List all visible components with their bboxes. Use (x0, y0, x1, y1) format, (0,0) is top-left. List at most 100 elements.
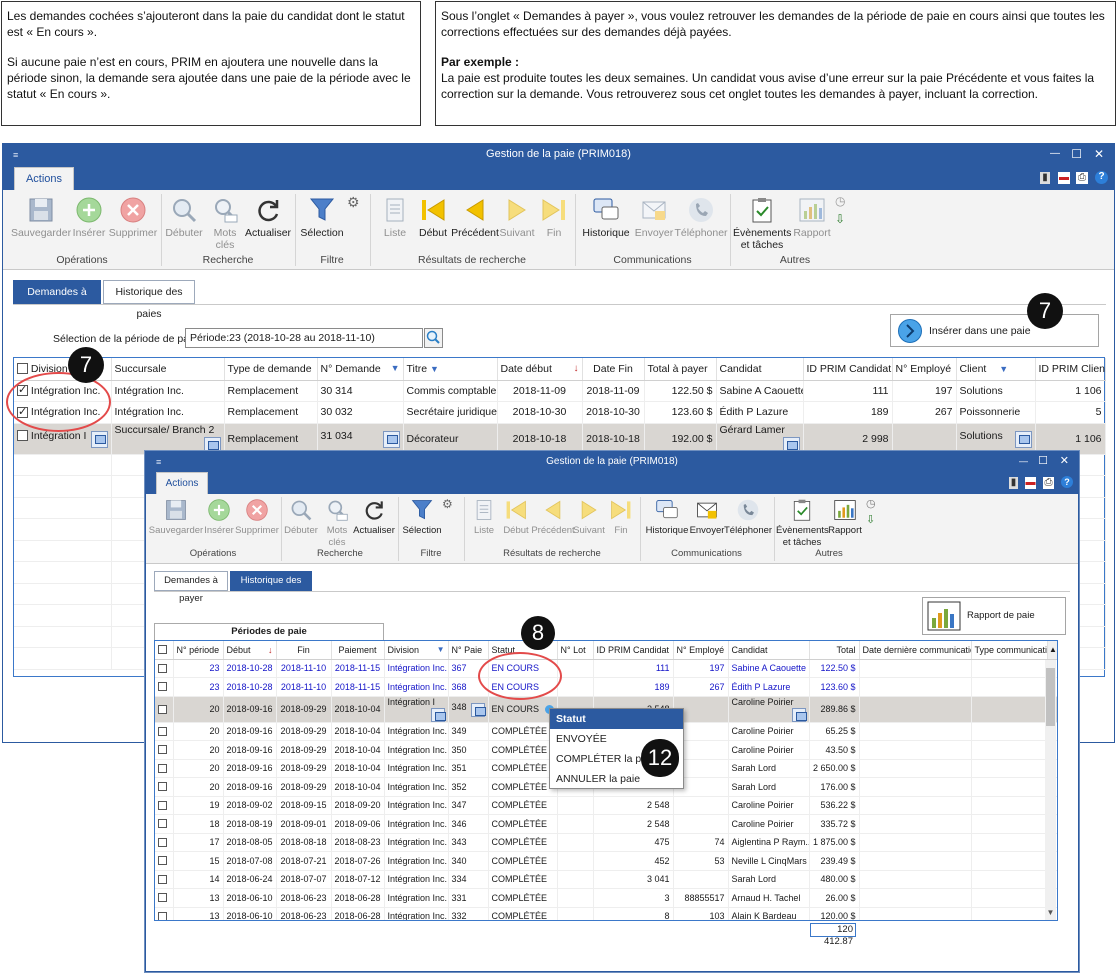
select-all-checkbox[interactable] (17, 363, 28, 375)
window-menu-icon[interactable]: ≡ (156, 453, 161, 471)
history-button[interactable]: Historique (644, 498, 690, 537)
column-header-pay-number[interactable]: N° Paie (448, 641, 489, 660)
previous-button[interactable]: Précédent (531, 498, 575, 537)
scrollbar-thumb[interactable] (1046, 668, 1055, 726)
calculator-icon[interactable]: ▮ (1009, 477, 1018, 489)
refresh-button[interactable]: Actualiser (352, 498, 396, 537)
table-row[interactable]: 19 2018-09-02 2018-09-15 2018-09-20 Intégrat… (155, 796, 1057, 815)
calendar-icon[interactable]: ▬ (1058, 172, 1070, 184)
select-all-cell[interactable] (155, 641, 174, 660)
lookup-icon[interactable] (470, 702, 486, 717)
first-button[interactable]: Début (415, 196, 451, 239)
tab-demandes-a-payer[interactable]: Demandes à payer (13, 280, 101, 320)
row-checkbox[interactable] (158, 682, 167, 692)
report-button[interactable]: Rapport (791, 196, 833, 239)
table-row[interactable]: 17 2018-08-05 2018-08-18 2018-08-23 Intégrat… (155, 833, 1057, 852)
lookup-icon[interactable] (1014, 430, 1032, 448)
lookup-icon[interactable] (430, 707, 446, 721)
row-checkbox[interactable] (158, 911, 167, 920)
sort-down-icon[interactable]: ↓ (574, 363, 579, 374)
row-checkbox[interactable] (158, 782, 167, 792)
table-row[interactable]: 13 2018-06-10 2018-06-23 2018-06-28 Intégrat… (155, 907, 1057, 920)
previous-button[interactable]: Précédent (451, 196, 499, 239)
row-checkbox[interactable] (158, 819, 167, 829)
download-icon[interactable]: ⇩ (866, 513, 875, 526)
table-row[interactable]: 23 2018-10-28 2018-11-10 2018-11-15 Intégrat… (155, 677, 1057, 697)
filter-icon[interactable]: ▼ (437, 645, 445, 654)
next-button[interactable]: Suivant (572, 498, 606, 537)
column-header-client-id[interactable]: ID PRIM Client (1035, 358, 1106, 381)
period-search-button[interactable] (424, 328, 443, 348)
help-icon[interactable]: ? (1095, 171, 1108, 184)
last-button[interactable]: Fin (606, 498, 636, 537)
calendar-icon[interactable]: ▬ (1025, 477, 1036, 489)
row-checkbox[interactable] (158, 704, 167, 714)
lookup-icon[interactable] (382, 430, 400, 448)
table-row[interactable]: 15 2018-07-08 2018-07-21 2018-07-26 Intégrat… (155, 851, 1057, 871)
gear-icon[interactable]: ⚙ (347, 194, 360, 211)
table-row[interactable]: Intégration I Succursale/ Branch 2 Rempl… (14, 423, 1106, 455)
events-tasks-button[interactable]: Évènements et tâches (733, 196, 791, 251)
select-all-checkbox[interactable] (158, 645, 167, 655)
report-button[interactable]: Rapport (826, 498, 864, 537)
table-row[interactable]: 14 2018-06-24 2018-07-07 2018-07-12 Intégrat… (155, 870, 1057, 889)
next-button[interactable]: Suivant (497, 196, 537, 239)
send-button[interactable]: Envoyer (688, 498, 726, 537)
column-header-payment[interactable]: Paiement (331, 641, 385, 660)
sort-down-icon[interactable]: ↓ (268, 645, 273, 655)
pay-report-button[interactable]: Rapport de paie (922, 597, 1066, 635)
save-button[interactable]: Sauvegarder (148, 498, 204, 537)
row-checkbox[interactable] (158, 800, 167, 810)
row-checkbox[interactable] (17, 430, 28, 442)
row-checkbox[interactable] (158, 726, 167, 736)
last-button[interactable]: Fin (537, 196, 571, 239)
minimize-button[interactable]: — (1050, 144, 1060, 164)
window-menu-icon[interactable]: ≡ (13, 145, 18, 165)
row-checkbox[interactable] (158, 663, 167, 673)
insert-button[interactable]: Insérer (71, 196, 107, 239)
column-header-request-number[interactable]: N° Demande ▼ (317, 358, 404, 381)
download-icon[interactable]: ⇩ (835, 212, 845, 226)
close-button[interactable]: ✕ (1094, 144, 1104, 164)
delete-button[interactable]: Supprimer (107, 196, 159, 239)
tab-actions[interactable]: Actions (14, 167, 74, 190)
filter-icon[interactable]: ▼ (999, 364, 1008, 374)
tab-historique-des-paies[interactable]: Historique des paies (103, 280, 195, 320)
maximize-button[interactable]: ☐ (1038, 452, 1048, 470)
column-header-client[interactable]: Client ▼ (956, 358, 1036, 381)
selection-button[interactable]: Sélection (297, 196, 347, 239)
table-row[interactable]: 23 2018-10-28 2018-11-10 2018-11-15 Intégrat… (155, 659, 1057, 678)
column-header-employee-number[interactable]: N° Employé (673, 641, 729, 660)
minimize-button[interactable]: — (1019, 452, 1028, 470)
insert-button[interactable]: Insérer (202, 498, 236, 537)
scrollbar-up-arrow[interactable]: ▲ (1047, 641, 1057, 660)
row-checkbox[interactable] (158, 837, 167, 847)
keywords-button[interactable]: Mots clés (320, 498, 354, 549)
column-header-candidate-id[interactable]: ID PRIM Candidat (593, 641, 674, 660)
help-icon[interactable]: ? (1061, 476, 1073, 488)
row-checkbox[interactable] (158, 763, 167, 773)
start-search-button[interactable]: Débuter (163, 196, 205, 239)
selection-button[interactable]: Sélection (400, 498, 444, 537)
column-header-end[interactable]: Fin (276, 641, 332, 660)
lookup-icon[interactable] (791, 707, 807, 721)
history-button[interactable]: Historique (580, 196, 632, 239)
column-header-type[interactable]: Type de demande (224, 358, 318, 381)
row-checkbox[interactable] (158, 893, 167, 903)
close-button[interactable]: ✕ (1060, 452, 1069, 470)
start-search-button[interactable]: Débuter (282, 498, 320, 537)
table-row[interactable]: Intégration Inc. Intégration Inc. Rempla… (14, 401, 1106, 424)
row-checkbox[interactable] (158, 745, 167, 755)
column-header-total[interactable]: Total à payer (644, 358, 717, 381)
row-checkbox[interactable] (158, 874, 167, 884)
phone-button[interactable]: Téléphoner (724, 498, 772, 537)
first-button[interactable]: Début (500, 498, 532, 537)
calculator-icon[interactable]: ▮ (1040, 172, 1050, 184)
gear-icon[interactable]: ⚙ (442, 497, 453, 511)
column-header-last-communication[interactable]: Date dernière communication (859, 641, 972, 660)
table-row[interactable]: 18 2018-08-19 2018-09-01 2018-09-06 Intégrat… (155, 814, 1057, 834)
refresh-button[interactable]: Actualiser (243, 196, 293, 239)
insert-into-pay-button[interactable]: Insérer dans une paie (890, 314, 1099, 347)
list-button[interactable]: Liste (468, 498, 500, 537)
column-header-candidate-id[interactable]: ID PRIM Candidat (803, 358, 893, 381)
